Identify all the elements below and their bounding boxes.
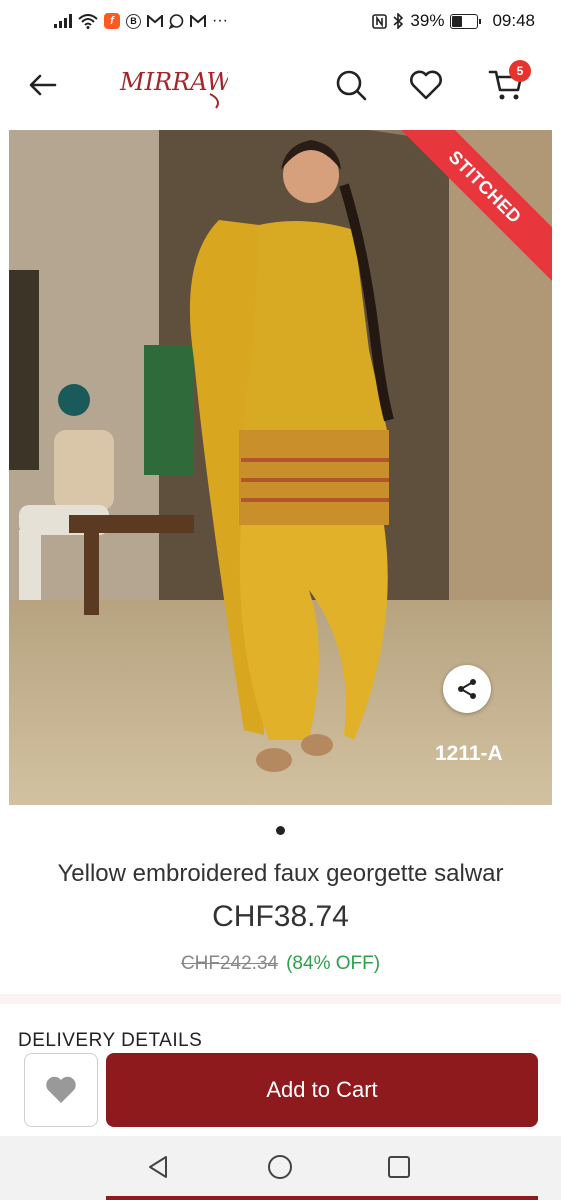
battery-icon xyxy=(450,13,482,29)
wifi-icon xyxy=(78,13,98,29)
nav-home-button[interactable] xyxy=(263,1150,297,1184)
nav-home-icon xyxy=(268,1155,292,1179)
bottom-action-bar: Add to Cart xyxy=(0,1048,561,1136)
share-button[interactable] xyxy=(443,665,491,713)
gmail-icon xyxy=(147,14,163,28)
search-button[interactable] xyxy=(332,66,370,104)
status-left-icons: f B ··· xyxy=(54,13,228,29)
discount-label: (84% OFF) xyxy=(286,953,381,974)
product-image[interactable]: STITCHED 1211-A xyxy=(9,130,552,805)
bluetooth-icon xyxy=(393,13,404,29)
logo-mark: MIRRAW xyxy=(119,68,234,109)
wishlist-button[interactable] xyxy=(407,66,445,104)
battery-percent: 39% xyxy=(410,11,445,30)
nav-back-icon xyxy=(149,1156,167,1178)
battery-level xyxy=(452,15,462,27)
nfc-icon xyxy=(372,13,388,29)
more-dots-icon: ··· xyxy=(212,12,228,29)
carousel-dot[interactable] xyxy=(276,826,285,835)
delivery-details-heading: DELIVERY DETAILS xyxy=(18,1030,203,1048)
price-details: CHF242.34 (84% OFF) xyxy=(0,953,561,975)
sku-label: 1211-A xyxy=(435,742,503,765)
whatsapp-icon xyxy=(169,13,184,29)
svg-text:MIRRAW: MIRRAW xyxy=(119,68,228,96)
heart-icon xyxy=(410,70,442,100)
search-icon xyxy=(336,70,367,101)
app-f-icon: f xyxy=(104,13,120,29)
section-divider xyxy=(0,994,561,1004)
product-price: CHF38.74 xyxy=(212,900,349,933)
status-right-icons: 39% 09:48 xyxy=(372,11,535,31)
share-icon xyxy=(458,679,476,699)
cart-button[interactable]: 5 xyxy=(487,60,531,104)
app-header: MIRRAW 5 xyxy=(0,42,561,128)
signal-icon xyxy=(54,14,72,28)
nav-recent-icon xyxy=(388,1156,410,1178)
system-nav-bar xyxy=(0,1136,561,1200)
add-to-wishlist-button[interactable] xyxy=(24,1053,98,1127)
b-circle-icon: B xyxy=(126,13,141,29)
original-price: CHF242.34 xyxy=(180,953,279,974)
gmail-icon xyxy=(190,14,206,28)
back-button[interactable] xyxy=(26,68,60,102)
add-to-cart-button[interactable]: Add to Cart xyxy=(106,1053,538,1127)
add-to-cart-peek xyxy=(106,1196,538,1200)
nav-back-button[interactable] xyxy=(142,1150,176,1184)
status-bar: f B ··· 39% 09:48 xyxy=(0,0,561,42)
product-title: Yellow embroidered faux georgette salwar xyxy=(57,860,504,887)
mirraw-logo[interactable]: MIRRAW xyxy=(118,60,234,110)
nav-recent-button[interactable] xyxy=(382,1150,416,1184)
heart-filled-icon xyxy=(46,1076,76,1103)
status-time: 09:48 xyxy=(492,11,535,30)
back-arrow-icon xyxy=(29,74,57,96)
cart-count-badge: 5 xyxy=(509,60,531,82)
